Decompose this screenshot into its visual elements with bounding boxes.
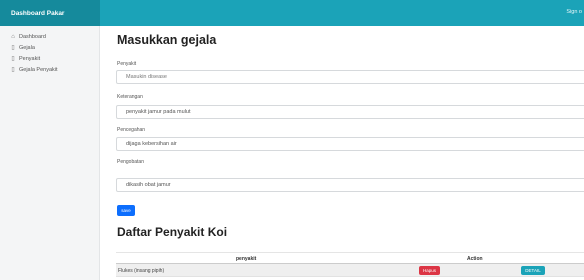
column-header-action: Action [467,256,483,262]
detail-button[interactable]: DETAIL [521,266,545,275]
sidebar-item-label: Gejala Penyakit [19,66,58,73]
sidebar-item-label: Gejala [19,44,35,51]
sidebar: ⌂ Dashboard ▯ Gejala ▯ Penyakit ▯ Gejala… [0,26,100,280]
penyakit-input[interactable] [116,70,584,84]
disease-name-cell: Flukes (insang pipih) [118,268,165,274]
table-row: Flukes (insang pipih) Hapus DETAIL [116,264,584,277]
column-header-penyakit: penyakit [236,256,257,262]
save-button[interactable]: save [117,205,135,216]
delete-button[interactable]: Hapus [419,266,440,275]
penyakit-label: Penyakit [117,61,137,67]
pengobatan-input[interactable] [116,178,584,192]
file-icon: ▯ [11,56,15,62]
sign-out-link[interactable]: Sign o [566,9,582,15]
main-content: Masukkan gejala Penyakit Keterangan Penc… [100,26,584,280]
pencegahan-label: Pencegahan [117,127,146,133]
sidebar-item-label: Penyakit [19,55,41,62]
sidebar-item-gejala-penyakit[interactable]: ▯ Gejala Penyakit [0,64,99,75]
pencegahan-input[interactable] [116,137,584,151]
table-title: Daftar Penyakit Koi [117,225,228,239]
page-title: Masukkan gejala [117,33,217,47]
keterangan-label: Keterangan [117,94,143,100]
sidebar-item-gejala[interactable]: ▯ Gejala [0,42,99,53]
top-navbar: Dashboard Pakar Sign o [0,0,584,26]
sidebar-item-penyakit[interactable]: ▯ Penyakit [0,53,99,64]
sidebar-item-label: Dashboard [19,33,46,40]
keterangan-input[interactable] [116,105,584,119]
table-header: penyakit Action [116,252,584,264]
file-icon: ▯ [11,67,15,73]
home-icon: ⌂ [11,33,15,40]
sidebar-item-dashboard[interactable]: ⌂ Dashboard [0,31,99,42]
pengobatan-label: Pengobatan [117,159,144,165]
file-icon: ▯ [11,45,15,51]
brand-title[interactable]: Dashboard Pakar [0,0,100,26]
